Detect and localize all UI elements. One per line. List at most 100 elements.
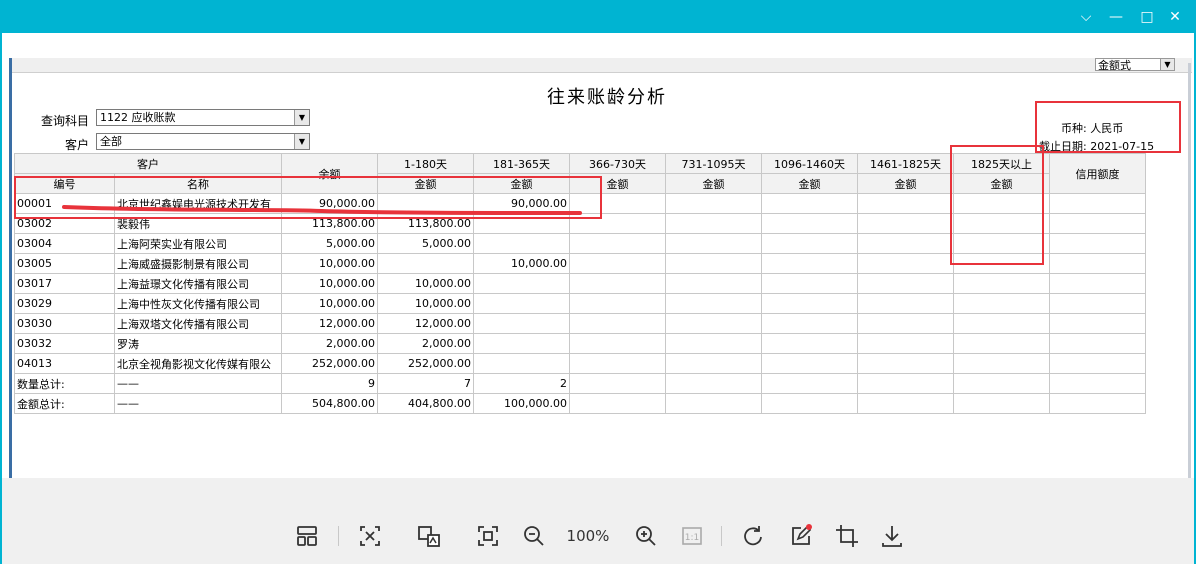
row-name: —— (114, 393, 282, 414)
rotate-icon[interactable] (739, 522, 767, 550)
table-row[interactable]: 03029 上海中性灰文化传播有限公司 10,000.00 10,000.00 (14, 293, 1146, 314)
row-name: 上海中性灰文化传播有限公司 (114, 293, 282, 314)
header-bucket: 1825天以上 (953, 153, 1050, 174)
table-row[interactable]: 04013 北京全视角影视文化传媒有限公 252,000.00 252,000.00 (14, 353, 1146, 374)
close-icon[interactable]: ✕ (1165, 7, 1185, 27)
row-bucket-2 (473, 233, 570, 254)
table-row[interactable]: 03005 上海威盛摄影制景有限公司 10,000.00 10,000.00 (14, 253, 1146, 274)
row-name: 上海益璟文化传播有限公司 (114, 273, 282, 294)
row-bucket-2 (473, 273, 570, 294)
format-select-value: 金额式 (1098, 59, 1131, 72)
row-empty-cell (1049, 393, 1146, 414)
row-empty-cell (1049, 353, 1146, 374)
row-empty-cell (953, 193, 1050, 214)
row-empty-cell (761, 213, 858, 234)
header-amount: 金额 (857, 173, 954, 194)
row-empty-cell (1049, 273, 1146, 294)
report-left-border (9, 58, 12, 478)
format-select[interactable]: 金额式 ▼ (1095, 58, 1175, 72)
row-empty-cell (665, 233, 762, 254)
row-balance: 12,000.00 (281, 313, 378, 334)
zoom-level: 100% (566, 527, 610, 545)
chevron-down-icon[interactable]: ⌵ (1076, 7, 1096, 27)
header-bucket: 731-1095天 (665, 153, 762, 174)
customer-combo[interactable]: 全部 ▼ (96, 133, 310, 150)
title-bar: ⌵ — □ ✕ (0, 0, 1196, 33)
actual-size-icon[interactable]: 1:1 (678, 522, 706, 550)
download-icon[interactable] (878, 522, 906, 550)
image-text-icon[interactable] (415, 522, 443, 550)
zoom-out-icon[interactable] (520, 522, 548, 550)
zoom-in-icon[interactable] (632, 522, 660, 550)
row-empty-cell (857, 373, 954, 394)
row-empty-cell (665, 293, 762, 314)
row-empty-cell (953, 373, 1050, 394)
row-code: 数量总计: (14, 373, 115, 394)
crop-select-icon[interactable] (356, 522, 384, 550)
dropdown-arrow-icon[interactable]: ▼ (294, 110, 309, 125)
header-row-2: 编号 名称 金额 金额 金额 金额 金额 金额 金额 (14, 173, 1146, 194)
toolbar-separator (721, 526, 722, 546)
row-bucket-1: 2,000.00 (377, 333, 474, 354)
row-empty-cell (569, 393, 666, 414)
edit-icon[interactable] (787, 522, 815, 550)
row-empty-cell (569, 233, 666, 254)
row-balance: 504,800.00 (281, 393, 378, 414)
dropdown-arrow-icon[interactable]: ▼ (1160, 59, 1174, 70)
row-bucket-2 (473, 353, 570, 374)
row-empty-cell (857, 273, 954, 294)
row-code: 03004 (14, 233, 115, 254)
row-balance: 10,000.00 (281, 273, 378, 294)
header-balance: 余额 (281, 153, 378, 194)
row-balance: 9 (281, 373, 378, 394)
fit-screen-icon[interactable] (474, 522, 502, 550)
query-subject-combo[interactable]: 1122 应收账款 ▼ (96, 109, 310, 126)
row-bucket-1: 10,000.00 (377, 273, 474, 294)
header-bucket: 1096-1460天 (761, 153, 858, 174)
row-empty-cell (857, 353, 954, 374)
header-bucket: 181-365天 (473, 153, 570, 174)
row-code: 04013 (14, 353, 115, 374)
row-name: 罗涛 (114, 333, 282, 354)
layout-icon[interactable] (293, 522, 321, 550)
minimize-icon[interactable]: — (1106, 7, 1126, 27)
row-empty-cell (857, 253, 954, 274)
aging-table: 客户 余额 1-180天 181-365天 366-730天 731-1095天… (14, 153, 1146, 414)
row-balance: 252,000.00 (281, 353, 378, 374)
row-code: 03032 (14, 333, 115, 354)
table-row[interactable]: 数量总计: —— 9 7 2 (14, 373, 1146, 394)
header-amount: 金额 (953, 173, 1050, 194)
row-empty-cell (761, 233, 858, 254)
header-bucket: 366-730天 (569, 153, 666, 174)
row-empty-cell (857, 293, 954, 314)
currency-label: 币种: 人民币 (1061, 122, 1124, 135)
row-name: —— (114, 373, 282, 394)
row-name: 上海双塔文化传播有限公司 (114, 313, 282, 334)
customer-value: 全部 (100, 135, 122, 148)
row-empty-cell (761, 373, 858, 394)
dropdown-arrow-icon[interactable]: ▼ (294, 134, 309, 149)
table-row[interactable]: 03004 上海阿荣实业有限公司 5,000.00 5,000.00 (14, 233, 1146, 254)
report-toolbar-strip (10, 58, 1192, 73)
report-scrollbar[interactable] (1188, 63, 1191, 478)
row-empty-cell (761, 393, 858, 414)
row-empty-cell (665, 373, 762, 394)
row-bucket-2: 2 (473, 373, 570, 394)
row-empty-cell (1049, 253, 1146, 274)
image-viewer-toolbar: 100% 1:1 (2, 478, 1194, 564)
customer-label: 客户 (65, 138, 90, 152)
toolbar-separator (338, 526, 339, 546)
row-empty-cell (761, 313, 858, 334)
table-row[interactable]: 03032 罗涛 2,000.00 2,000.00 (14, 333, 1146, 354)
table-row[interactable]: 03030 上海双塔文化传播有限公司 12,000.00 12,000.00 (14, 313, 1146, 334)
row-code: 03005 (14, 253, 115, 274)
row-empty-cell (857, 233, 954, 254)
crop-icon[interactable] (833, 522, 861, 550)
header-name: 名称 (114, 173, 282, 194)
table-row[interactable]: 金额总计: —— 504,800.00 404,800.00 100,000.00 (14, 393, 1146, 414)
row-empty-cell (665, 193, 762, 214)
query-subject-label: 查询科目 (41, 114, 90, 128)
maximize-icon[interactable]: □ (1137, 7, 1157, 27)
row-empty-cell (953, 333, 1050, 354)
table-row[interactable]: 03017 上海益璟文化传播有限公司 10,000.00 10,000.00 (14, 273, 1146, 294)
